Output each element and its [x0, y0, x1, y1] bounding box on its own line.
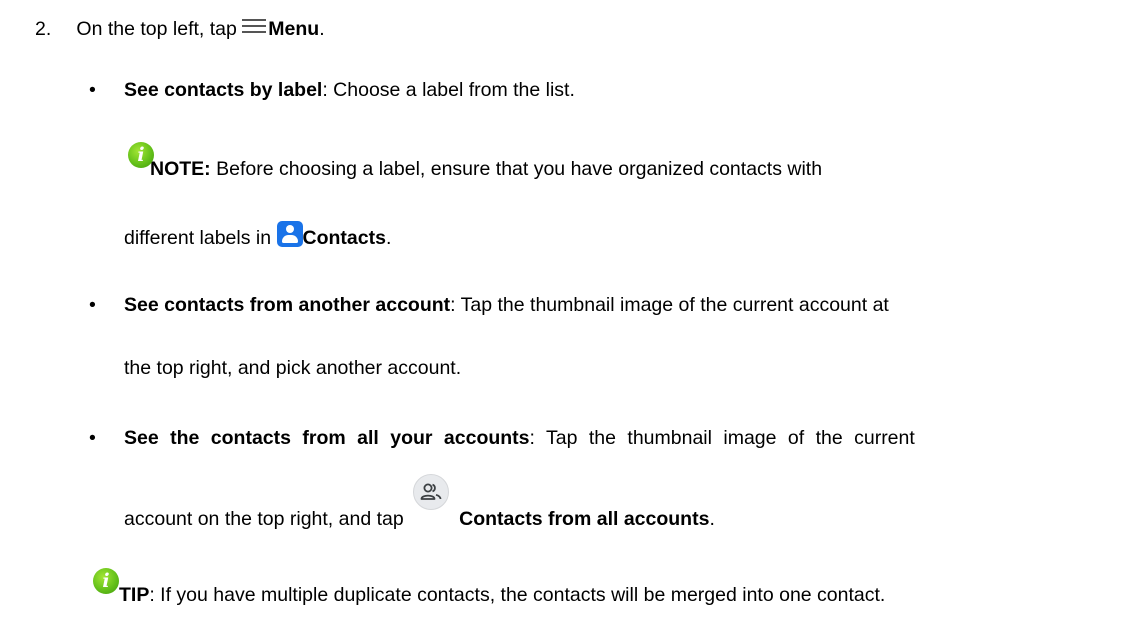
bullet-desc: : Choose a label from the list.: [322, 79, 575, 101]
bullet-desc: : Tap the thumbnail image of the current: [529, 427, 915, 449]
menu-label: Menu: [268, 18, 320, 40]
tip-label: TIP: [119, 584, 150, 606]
accounts-icon: [413, 474, 450, 510]
bullet-title: See contacts from another account: [124, 294, 451, 316]
bullet-period: .: [709, 508, 715, 530]
note-line-2: different labels in Contacts.: [124, 221, 391, 251]
bullet-line-1: See contacts from another account: Tap t…: [124, 292, 889, 318]
note-label: NOTE:: [150, 158, 211, 180]
step-period: .: [319, 18, 325, 40]
tip-text-wrap: TIP: If you have multiple duplicate cont…: [119, 582, 885, 608]
note-text: Before choosing a label, ensure that you…: [210, 158, 823, 180]
step-line: 2. On the top left, tap Menu.: [35, 15, 325, 42]
info-icon: i: [93, 568, 119, 594]
bullet-glyph: •: [89, 294, 96, 316]
bullet-text-2: account on the top right, and tap: [124, 508, 404, 530]
step-text: On the top left, tap: [76, 18, 237, 40]
list-item: See contacts by label: Choose a label fr…: [124, 77, 575, 103]
info-icon: i: [128, 142, 154, 168]
step-number: 2.: [35, 18, 52, 40]
contacts-app-name: Contacts: [302, 227, 386, 249]
contacts-all-accounts: Contacts from all accounts: [459, 508, 710, 530]
list-item: See the contacts from all your accounts:…: [124, 425, 1092, 451]
tip-text: : If you have multiple duplicate contact…: [149, 584, 886, 606]
note-line-1: i NOTE: Before choosing a label, ensure …: [120, 142, 1088, 180]
tip-line: i TIP: If you have multiple duplicate co…: [93, 568, 1093, 608]
bullet-glyph: •: [89, 79, 96, 101]
menu-icon: [242, 15, 267, 41]
list-item: See contacts from another account: Tap t…: [124, 292, 1092, 318]
bullet-line-2: account on the top right, and tap Contac…: [124, 474, 715, 536]
note-text-2: different labels in: [124, 227, 272, 249]
contacts-app-icon: [276, 221, 303, 247]
note-period: .: [385, 227, 392, 249]
bullet-title: See the contacts from all your accounts: [124, 427, 530, 449]
bullet-title: See contacts by label: [124, 79, 323, 101]
note-text-line-1: NOTE: Before choosing a label, ensure th…: [120, 144, 822, 182]
bullet-glyph: •: [89, 427, 96, 449]
bullet-line-2: the top right, and pick another account.: [124, 357, 462, 379]
bullet-desc: : Tap the thumbnail image of the current…: [450, 294, 889, 316]
